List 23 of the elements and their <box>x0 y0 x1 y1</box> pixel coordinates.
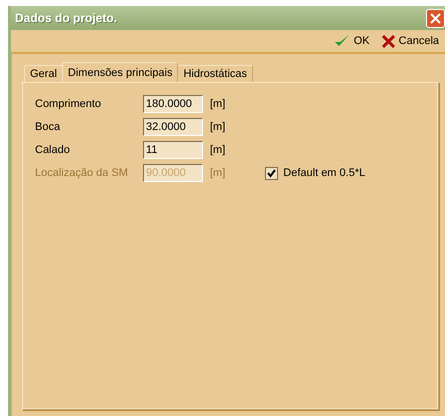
close-button[interactable] <box>426 8 445 28</box>
field-label: Calado <box>35 144 71 156</box>
close-icon <box>430 12 441 24</box>
unit-label: [m] <box>210 144 226 156</box>
input-field[interactable]: 11 <box>143 141 203 159</box>
window-title: Dados do projeto. <box>15 11 117 25</box>
checkbox-label: Default em 0.5*L <box>283 167 366 179</box>
field-label: Comprimento <box>35 98 102 110</box>
ok-button[interactable]: OK <box>334 34 370 48</box>
tab[interactable]: Dimensões principais <box>62 62 178 82</box>
tab[interactable]: Hidrostáticas <box>177 65 254 82</box>
unit-label: [m] <box>210 98 226 110</box>
field-label: Localização da SM <box>35 167 129 179</box>
tab[interactable]: Geral <box>24 65 63 82</box>
cross-icon <box>382 34 395 48</box>
input-field[interactable]: 32.0000 <box>143 118 203 136</box>
cancel-button[interactable]: Cancela <box>382 34 439 48</box>
unit-label: [m] <box>210 167 226 179</box>
unit-label: [m] <box>210 121 226 133</box>
input-field[interactable]: 180.0000 <box>143 95 203 113</box>
check-icon <box>334 34 350 48</box>
checkbox[interactable] <box>265 166 278 180</box>
field-label: Boca <box>35 121 62 133</box>
